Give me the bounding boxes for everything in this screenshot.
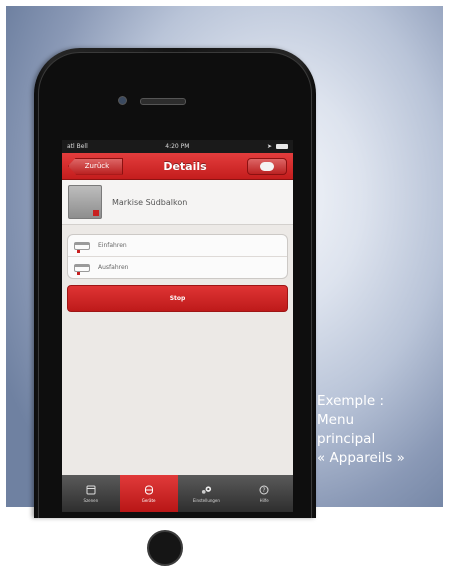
carrier-label: atl Bell [67,143,88,150]
back-button[interactable]: Zurück [68,157,123,175]
background-panel: atl Bell 4:20 PM ➤ Zurück Details Markis… [6,6,443,566]
home-button[interactable] [147,530,183,566]
stop-button[interactable]: Stop [67,285,288,312]
caption-line: principal [317,431,376,447]
caption-line: Exemple : [317,393,385,409]
tab-scenes[interactable]: Szenen [62,475,120,512]
tab-label: Geräte [141,497,156,503]
awning-retract-icon [74,241,90,253]
option-extend[interactable]: Ausfahren [68,257,287,278]
stop-button-label: Stop [169,295,186,302]
awning-device-icon [68,185,102,219]
status-bar: atl Bell 4:20 PM ➤ [62,140,293,153]
tab-bar: Szenen Geräte Einstellungen ? Hilfe [62,475,293,512]
awning-extend-icon [74,263,90,275]
page-title: Details [163,159,207,173]
clock: 4:20 PM [165,143,190,150]
caption-line: Menu [317,412,355,428]
scenes-icon [85,485,96,496]
tab-label: Szenen [83,497,99,503]
settings-icon [201,485,212,496]
phone-device: atl Bell 4:20 PM ➤ Zurück Details Markis… [34,48,316,566]
svg-text:?: ? [263,487,266,494]
option-retract[interactable]: Einfahren [68,235,287,257]
status-icons: ➤ [267,143,288,150]
device-name: Markise Südbalkon [112,197,188,207]
option-label: Ausfahren [98,264,129,271]
tab-settings[interactable]: Einstellungen [178,475,236,512]
device-card: Markise Südbalkon [62,180,293,225]
app-screen: atl Bell 4:20 PM ➤ Zurück Details Markis… [62,140,293,512]
caption: Exemple : Menu principal « Appareils » [317,392,447,468]
caption-line: « Appareils » [317,450,405,466]
action-list: Einfahren Ausfahren [67,234,288,279]
toggle-button[interactable] [247,157,287,175]
tab-help[interactable]: ? Hilfe [235,475,293,512]
option-label: Einfahren [98,242,127,249]
toggle-icon [260,161,274,171]
back-button-label: Zurück [84,162,110,170]
tab-label: Hilfe [259,497,269,503]
battery-icon [276,144,288,149]
navigation-bar: Zurück Details [62,153,293,180]
front-camera [118,96,127,105]
tab-label: Einstellungen [192,497,220,503]
help-icon: ? [259,485,270,496]
tab-devices[interactable]: Geräte [119,475,178,512]
earpiece-speaker [140,98,186,105]
location-icon: ➤ [266,143,272,150]
devices-icon [143,485,154,496]
